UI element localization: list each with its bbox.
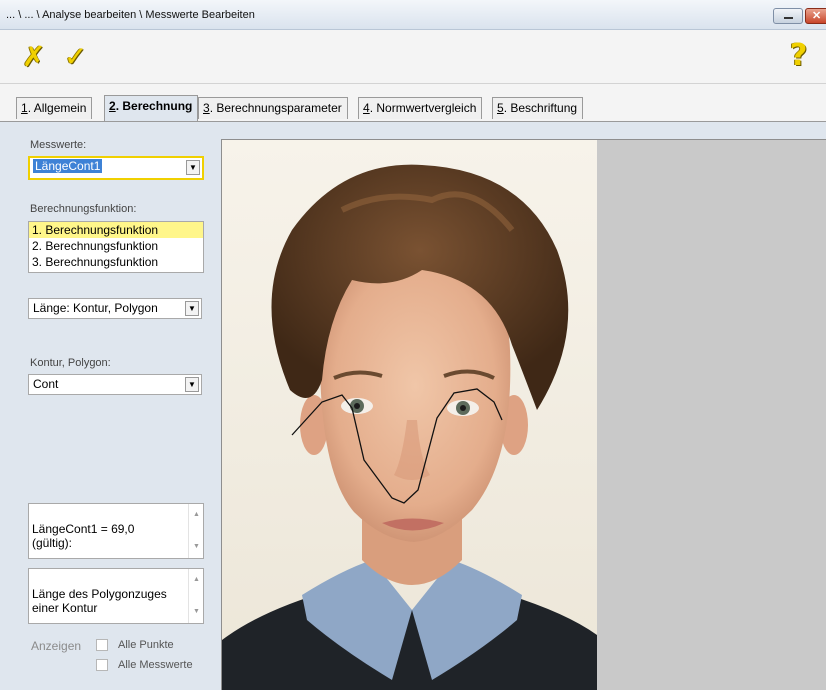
tab-berechnungsparameter[interactable]: 3. Berechnungsparameter xyxy=(198,97,348,119)
alle-messwerte-checkbox[interactable] xyxy=(96,659,108,671)
cancel-icon[interactable]: ✗ xyxy=(22,40,45,73)
berechnungsfunktion-label: Berechnungsfunktion: xyxy=(30,203,137,215)
list-item[interactable]: 3. Berechnungsfunktion xyxy=(29,254,203,270)
alle-messwerte-label: Alle Messwerte xyxy=(118,659,193,671)
tab-berechnung[interactable]: 2. Berechnung xyxy=(104,95,199,122)
list-item[interactable]: 1. Berechnungsfunktion xyxy=(29,222,203,238)
title-bar: ... \ ... \ Analyse bearbeiten \ Messwer… xyxy=(0,0,826,30)
anzeigen-label: Anzeigen xyxy=(31,639,82,653)
portrait-photo xyxy=(222,140,597,690)
scrollbar[interactable]: ▲ ▼ xyxy=(188,569,203,623)
tab-strip: 1. Allgemein 2. Berechnung 3. Berechnung… xyxy=(0,84,826,122)
tab-beschriftung[interactable]: 5. Beschriftung xyxy=(492,97,584,119)
tab-allgemein[interactable]: 1. Allgemein xyxy=(16,97,93,119)
kontur-select[interactable]: Cont ▼ xyxy=(28,374,202,395)
tab-normwertvergleich[interactable]: 4. Normwertvergleich xyxy=(358,97,483,119)
kontur-label: Kontur, Polygon: xyxy=(30,357,111,369)
result-textbox[interactable]: LängeCont1 = 69,0 (gültig): ▲ ▼ xyxy=(28,503,204,559)
chevron-down-icon: ▼ xyxy=(185,301,199,316)
typ-select[interactable]: Länge: Kontur, Polygon ▼ xyxy=(28,298,202,319)
alle-punkte-checkbox[interactable] xyxy=(96,639,108,651)
berechnung-panel: Messwerte: LängeCont1 ▼ Berechnungsfunkt… xyxy=(0,121,826,690)
berechnungsfunktion-list[interactable]: 1. Berechnungsfunktion 2. Berechnungsfun… xyxy=(28,221,204,273)
close-button[interactable] xyxy=(805,8,826,24)
alle-punkte-label: Alle Punkte xyxy=(118,639,174,651)
image-viewer[interactable] xyxy=(221,139,826,690)
messwerte-select[interactable]: LängeCont1 ▼ xyxy=(28,156,204,180)
chevron-down-icon: ▼ xyxy=(186,160,200,175)
confirm-check-icon[interactable]: ✓ xyxy=(64,40,87,73)
toolbar: ✗ ✓ ? xyxy=(0,30,826,84)
description-textbox[interactable]: Länge des Polygonzuges einer Kontur ▲ ▼ xyxy=(28,568,204,624)
minimize-button[interactable] xyxy=(773,8,803,24)
messwerte-label: Messwerte: xyxy=(30,139,87,151)
list-item[interactable]: 2. Berechnungsfunktion xyxy=(29,238,203,254)
window-title: ... \ ... \ Analyse bearbeiten \ Messwer… xyxy=(6,9,255,21)
scrollbar[interactable]: ▲ ▼ xyxy=(188,504,203,558)
chevron-down-icon: ▼ xyxy=(185,377,199,392)
help-icon[interactable]: ? xyxy=(790,38,807,73)
